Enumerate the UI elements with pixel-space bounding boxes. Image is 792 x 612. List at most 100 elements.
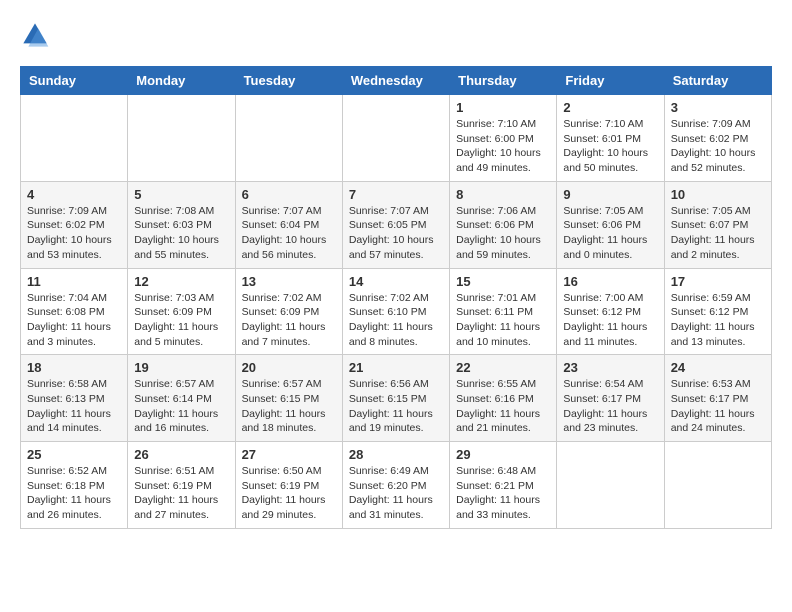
day-info: Sunrise: 7:05 AM Sunset: 6:06 PM Dayligh… <box>563 204 657 263</box>
calendar-cell <box>342 95 449 182</box>
day-info: Sunrise: 6:49 AM Sunset: 6:20 PM Dayligh… <box>349 464 443 523</box>
calendar-cell: 14 Sunrise: 7:02 AM Sunset: 6:10 PM Dayli… <box>342 268 449 355</box>
day-info: Sunrise: 6:54 AM Sunset: 6:17 PM Dayligh… <box>563 377 657 436</box>
day-number: 29 <box>456 447 550 462</box>
day-number: 24 <box>671 360 765 375</box>
day-number: 10 <box>671 187 765 202</box>
day-number: 6 <box>242 187 336 202</box>
calendar-cell: 11 Sunrise: 7:04 AM Sunset: 6:08 PM Dayli… <box>21 268 128 355</box>
calendar-cell: 21 Sunrise: 6:56 AM Sunset: 6:15 PM Dayli… <box>342 355 449 442</box>
weekday-header-saturday: Saturday <box>664 67 771 95</box>
calendar-cell: 6 Sunrise: 7:07 AM Sunset: 6:04 PM Daylig… <box>235 181 342 268</box>
calendar-cell: 3 Sunrise: 7:09 AM Sunset: 6:02 PM Daylig… <box>664 95 771 182</box>
day-number: 11 <box>27 274 121 289</box>
calendar-cell: 20Sunrise: 6:57 AM Sunset: 6:15 PM Dayli… <box>235 355 342 442</box>
day-info: Sunrise: 6:58 AM Sunset: 6:13 PM Dayligh… <box>27 377 121 436</box>
day-info: Sunrise: 7:10 AM Sunset: 6:00 PM Dayligh… <box>456 117 550 176</box>
day-number: 5 <box>134 187 228 202</box>
calendar-table: SundayMondayTuesdayWednesdayThursdayFrid… <box>20 66 772 529</box>
calendar-cell: 27 Sunrise: 6:50 AM Sunset: 6:19 PM Dayli… <box>235 442 342 529</box>
calendar-cell <box>664 442 771 529</box>
calendar-cell: 25 Sunrise: 6:52 AM Sunset: 6:18 PM Dayli… <box>21 442 128 529</box>
day-info: Sunrise: 6:56 AM Sunset: 6:15 PM Dayligh… <box>349 377 443 436</box>
day-info: Sunrise: 6:57 AM Sunset: 6:14 PM Dayligh… <box>134 377 228 436</box>
calendar-cell: 2 Sunrise: 7:10 AM Sunset: 6:01 PM Daylig… <box>557 95 664 182</box>
calendar-cell: 24 Sunrise: 6:53 AM Sunset: 6:17 PM Dayli… <box>664 355 771 442</box>
day-number: 7 <box>349 187 443 202</box>
day-number: 21 <box>349 360 443 375</box>
calendar-cell: 22 Sunrise: 6:55 AM Sunset: 6:16 PM Dayli… <box>450 355 557 442</box>
day-number: 8 <box>456 187 550 202</box>
calendar-cell: 23 Sunrise: 6:54 AM Sunset: 6:17 PM Dayli… <box>557 355 664 442</box>
day-info: Sunrise: 7:05 AM Sunset: 6:07 PM Dayligh… <box>671 204 765 263</box>
day-info: Sunrise: 7:03 AM Sunset: 6:09 PM Dayligh… <box>134 291 228 350</box>
calendar-cell: 8 Sunrise: 7:06 AM Sunset: 6:06 PM Daylig… <box>450 181 557 268</box>
day-number: 3 <box>671 100 765 115</box>
day-number: 17 <box>671 274 765 289</box>
weekday-header-sunday: Sunday <box>21 67 128 95</box>
day-number: 23 <box>563 360 657 375</box>
calendar-cell: 18 Sunrise: 6:58 AM Sunset: 6:13 PM Dayli… <box>21 355 128 442</box>
day-info: Sunrise: 7:08 AM Sunset: 6:03 PM Dayligh… <box>134 204 228 263</box>
day-info: Sunrise: 7:09 AM Sunset: 6:02 PM Dayligh… <box>671 117 765 176</box>
calendar-cell: 19 Sunrise: 6:57 AM Sunset: 6:14 PM Dayli… <box>128 355 235 442</box>
calendar-cell: 12 Sunrise: 7:03 AM Sunset: 6:09 PM Dayli… <box>128 268 235 355</box>
calendar-cell <box>235 95 342 182</box>
logo-icon <box>20 20 50 50</box>
calendar-cell: 13Sunrise: 7:02 AM Sunset: 6:09 PM Dayli… <box>235 268 342 355</box>
weekday-header-row: SundayMondayTuesdayWednesdayThursdayFrid… <box>21 67 772 95</box>
day-number: 2 <box>563 100 657 115</box>
week-row-4: 18 Sunrise: 6:58 AM Sunset: 6:13 PM Dayli… <box>21 355 772 442</box>
calendar-cell <box>128 95 235 182</box>
day-number: 22 <box>456 360 550 375</box>
week-row-3: 11 Sunrise: 7:04 AM Sunset: 6:08 PM Dayli… <box>21 268 772 355</box>
day-info: Sunrise: 6:51 AM Sunset: 6:19 PM Dayligh… <box>134 464 228 523</box>
day-info: Sunrise: 6:55 AM Sunset: 6:16 PM Dayligh… <box>456 377 550 436</box>
day-number: 12 <box>134 274 228 289</box>
calendar-cell: 5 Sunrise: 7:08 AM Sunset: 6:03 PM Daylig… <box>128 181 235 268</box>
day-number: 16 <box>563 274 657 289</box>
day-number: 18 <box>27 360 121 375</box>
calendar-cell: 29 Sunrise: 6:48 AM Sunset: 6:21 PM Dayli… <box>450 442 557 529</box>
day-info: Sunrise: 6:48 AM Sunset: 6:21 PM Dayligh… <box>456 464 550 523</box>
day-number: 13 <box>242 274 336 289</box>
day-info: Sunrise: 6:57 AM Sunset: 6:15 PM Dayligh… <box>242 377 336 436</box>
day-info: Sunrise: 6:50 AM Sunset: 6:19 PM Dayligh… <box>242 464 336 523</box>
weekday-header-wednesday: Wednesday <box>342 67 449 95</box>
day-number: 4 <box>27 187 121 202</box>
day-info: Sunrise: 6:53 AM Sunset: 6:17 PM Dayligh… <box>671 377 765 436</box>
day-number: 27 <box>242 447 336 462</box>
calendar-cell: 26 Sunrise: 6:51 AM Sunset: 6:19 PM Dayli… <box>128 442 235 529</box>
weekday-header-tuesday: Tuesday <box>235 67 342 95</box>
day-info: Sunrise: 7:04 AM Sunset: 6:08 PM Dayligh… <box>27 291 121 350</box>
calendar-cell: 1 Sunrise: 7:10 AM Sunset: 6:00 PM Daylig… <box>450 95 557 182</box>
day-number: 14 <box>349 274 443 289</box>
day-number: 1 <box>456 100 550 115</box>
day-number: 15 <box>456 274 550 289</box>
day-info: Sunrise: 7:09 AM Sunset: 6:02 PM Dayligh… <box>27 204 121 263</box>
calendar-cell: 28 Sunrise: 6:49 AM Sunset: 6:20 PM Dayli… <box>342 442 449 529</box>
calendar-cell: 9 Sunrise: 7:05 AM Sunset: 6:06 PM Daylig… <box>557 181 664 268</box>
day-number: 28 <box>349 447 443 462</box>
day-info: Sunrise: 7:00 AM Sunset: 6:12 PM Dayligh… <box>563 291 657 350</box>
day-number: 26 <box>134 447 228 462</box>
calendar-cell: 16 Sunrise: 7:00 AM Sunset: 6:12 PM Dayli… <box>557 268 664 355</box>
day-number: 9 <box>563 187 657 202</box>
calendar-cell <box>557 442 664 529</box>
logo <box>20 20 54 50</box>
day-info: Sunrise: 6:52 AM Sunset: 6:18 PM Dayligh… <box>27 464 121 523</box>
day-info: Sunrise: 7:10 AM Sunset: 6:01 PM Dayligh… <box>563 117 657 176</box>
calendar-cell: 17Sunrise: 6:59 AM Sunset: 6:12 PM Dayli… <box>664 268 771 355</box>
day-number: 19 <box>134 360 228 375</box>
calendar-cell: 4 Sunrise: 7:09 AM Sunset: 6:02 PM Daylig… <box>21 181 128 268</box>
day-info: Sunrise: 7:07 AM Sunset: 6:05 PM Dayligh… <box>349 204 443 263</box>
day-number: 25 <box>27 447 121 462</box>
weekday-header-monday: Monday <box>128 67 235 95</box>
day-info: Sunrise: 7:06 AM Sunset: 6:06 PM Dayligh… <box>456 204 550 263</box>
week-row-5: 25 Sunrise: 6:52 AM Sunset: 6:18 PM Dayli… <box>21 442 772 529</box>
calendar-cell: 15Sunrise: 7:01 AM Sunset: 6:11 PM Dayli… <box>450 268 557 355</box>
weekday-header-thursday: Thursday <box>450 67 557 95</box>
day-info: Sunrise: 7:02 AM Sunset: 6:10 PM Dayligh… <box>349 291 443 350</box>
day-info: Sunrise: 7:07 AM Sunset: 6:04 PM Dayligh… <box>242 204 336 263</box>
week-row-2: 4 Sunrise: 7:09 AM Sunset: 6:02 PM Daylig… <box>21 181 772 268</box>
